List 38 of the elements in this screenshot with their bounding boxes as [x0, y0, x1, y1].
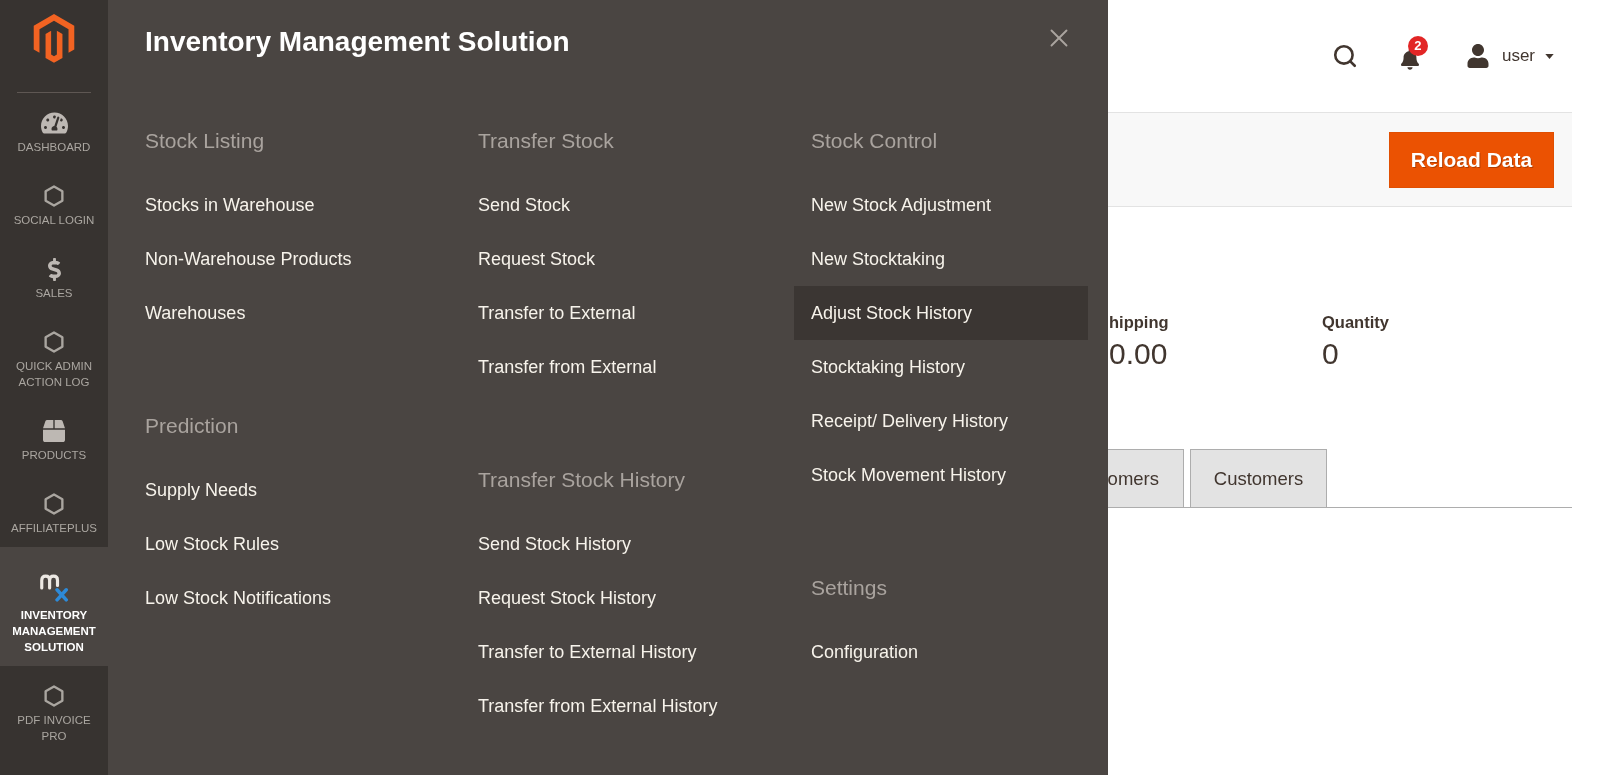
gauge-icon [40, 111, 68, 135]
sidebar-item[interactable]: PDF INVOICE PRO [0, 666, 108, 755]
stat-value: 0 [1322, 336, 1340, 372]
stat-value: 0.00 [1109, 336, 1169, 372]
menu-section-heading: Transfer Stock [478, 128, 615, 154]
user-menu-button[interactable]: user [1466, 43, 1554, 69]
menu-section-heading: Prediction [145, 413, 240, 439]
menu-section-heading: Settings [811, 575, 888, 601]
menu-section-heading: Transfer Stock History [478, 467, 686, 493]
sidebar-item[interactable]: PRODUCTS [0, 401, 108, 474]
sidebar-item[interactable]: AFFILIATEPLUS [0, 474, 108, 547]
sidebar-item[interactable]: DASHBOARD [0, 93, 108, 166]
search-icon[interactable] [1331, 43, 1358, 69]
hexagon-icon [44, 685, 64, 707]
bell-icon[interactable] [1400, 48, 1419, 70]
logo-icon[interactable] [33, 14, 75, 63]
menu-link[interactable]: Adjust Stock History [794, 286, 1088, 340]
tab[interactable]: Customers [1190, 449, 1327, 507]
sidebar-item[interactable]: SOCIAL LOGIN [0, 166, 108, 239]
user-icon [1466, 44, 1489, 68]
hexagon-icon [44, 185, 64, 207]
sidebar-item[interactable]: QUICK ADMIN ACTION LOG [0, 312, 108, 401]
stat-label: Quantity [1322, 312, 1389, 332]
hexagon-icon [44, 493, 64, 515]
dollar-icon [47, 257, 61, 281]
box-icon [43, 420, 65, 442]
sidebar-item[interactable]: INVENTORY MANAGEMENT SOLUTION [0, 547, 108, 666]
notification-badge: 2 [1407, 35, 1428, 56]
reload-data-button[interactable]: Reload Data [1389, 131, 1554, 188]
caret-icon [1545, 53, 1554, 59]
hexagon-icon [44, 331, 64, 353]
stat-label: hipping [1109, 312, 1170, 332]
menu-section-heading: Stock Listing [145, 128, 266, 154]
sidebar-item[interactable]: SALES [0, 239, 108, 312]
menu-section-heading: Stock Control [811, 128, 939, 154]
module-logo-icon [39, 574, 69, 602]
menu-title: Inventory Management Solution [145, 25, 570, 59]
tab[interactable]: omers [1108, 449, 1184, 507]
